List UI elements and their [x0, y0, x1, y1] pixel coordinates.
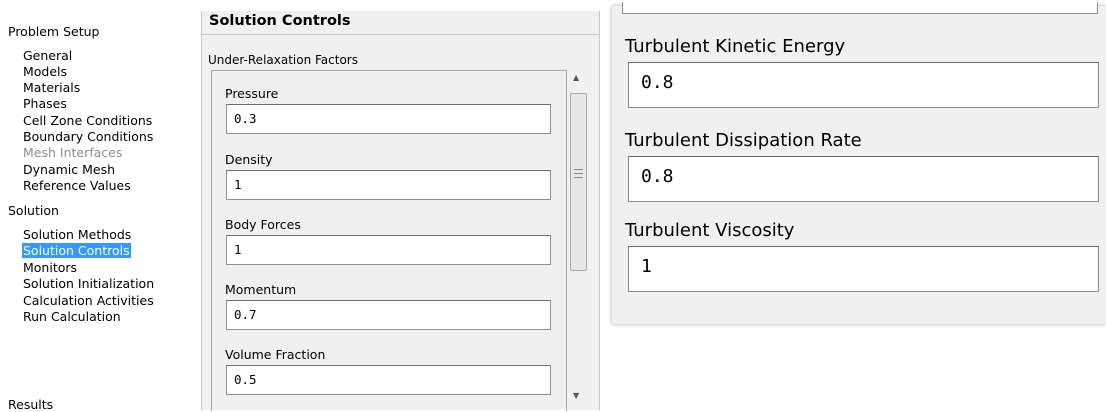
- navigation-tree: Problem Setup General Models Materials P…: [0, 0, 200, 412]
- nav-item-general[interactable]: General: [23, 48, 72, 63]
- turbulent-kinetic-energy-input[interactable]: 0.8: [628, 62, 1099, 108]
- nav-item-run-calculation[interactable]: Run Calculation: [23, 309, 121, 324]
- nav-section-problem-setup[interactable]: Problem Setup: [8, 24, 99, 39]
- turbulent-dissipation-rate-label: Turbulent Dissipation Rate: [625, 130, 862, 151]
- nav-item-models[interactable]: Models: [23, 64, 67, 79]
- nav-item-dynamic-mesh[interactable]: Dynamic Mesh: [23, 162, 115, 177]
- nav-item-solution-controls-row[interactable]: Solution Controls: [22, 243, 131, 258]
- nav-item-solution-methods[interactable]: Solution Methods: [23, 227, 131, 242]
- density-label: Density: [225, 152, 273, 167]
- cropped-input-edge: [622, 2, 1098, 14]
- pressure-label: Pressure: [225, 86, 279, 101]
- turbulent-dissipation-rate-input[interactable]: 0.8: [628, 156, 1099, 202]
- turbulent-viscosity-input[interactable]: 1: [628, 246, 1099, 292]
- panel-scrollbar[interactable]: ▲ ▼: [567, 69, 592, 410]
- pressure-input[interactable]: 0.3: [226, 104, 551, 134]
- nav-item-solution-controls[interactable]: Solution Controls: [22, 243, 131, 258]
- volume-fraction-label: Volume Fraction: [225, 347, 326, 362]
- momentum-label: Momentum: [225, 282, 297, 297]
- body-forces-label: Body Forces: [225, 217, 301, 232]
- density-input[interactable]: 1: [226, 170, 551, 200]
- nav-item-cell-zone-conditions[interactable]: Cell Zone Conditions: [23, 113, 152, 128]
- panel-title: Solution Controls: [209, 13, 351, 29]
- nav-item-solution-initialization[interactable]: Solution Initialization: [23, 276, 154, 291]
- triangle-down-icon[interactable]: ▼: [573, 391, 579, 400]
- triangle-up-icon[interactable]: ▲: [573, 73, 579, 82]
- momentum-input[interactable]: 0.7: [226, 300, 551, 330]
- turbulence-zoom-panel: Turbulent Kinetic Energy 0.8 Turbulent D…: [612, 2, 1106, 324]
- turbulent-viscosity-label: Turbulent Viscosity: [625, 220, 795, 241]
- nav-item-calculation-activities[interactable]: Calculation Activities: [23, 293, 154, 308]
- under-relaxation-group-title: Under-Relaxation Factors: [208, 53, 358, 67]
- nav-item-monitors[interactable]: Monitors: [23, 260, 77, 275]
- nav-item-materials[interactable]: Materials: [23, 80, 80, 95]
- nav-item-boundary-conditions[interactable]: Boundary Conditions: [23, 129, 153, 144]
- nav-section-solution[interactable]: Solution: [8, 203, 59, 218]
- solution-controls-panel: Solution Controls Under-Relaxation Facto…: [201, 11, 600, 411]
- volume-fraction-input[interactable]: 0.5: [226, 365, 551, 395]
- turbulent-kinetic-energy-label: Turbulent Kinetic Energy: [625, 36, 846, 57]
- nav-item-mesh-interfaces: Mesh Interfaces: [23, 145, 123, 160]
- scrollbar-thumb[interactable]: [570, 93, 587, 271]
- grip-lines-icon: [574, 169, 583, 178]
- nav-item-phases[interactable]: Phases: [23, 96, 67, 111]
- title-divider: [202, 34, 599, 35]
- body-forces-input[interactable]: 1: [226, 235, 551, 265]
- nav-item-reference-values[interactable]: Reference Values: [23, 178, 131, 193]
